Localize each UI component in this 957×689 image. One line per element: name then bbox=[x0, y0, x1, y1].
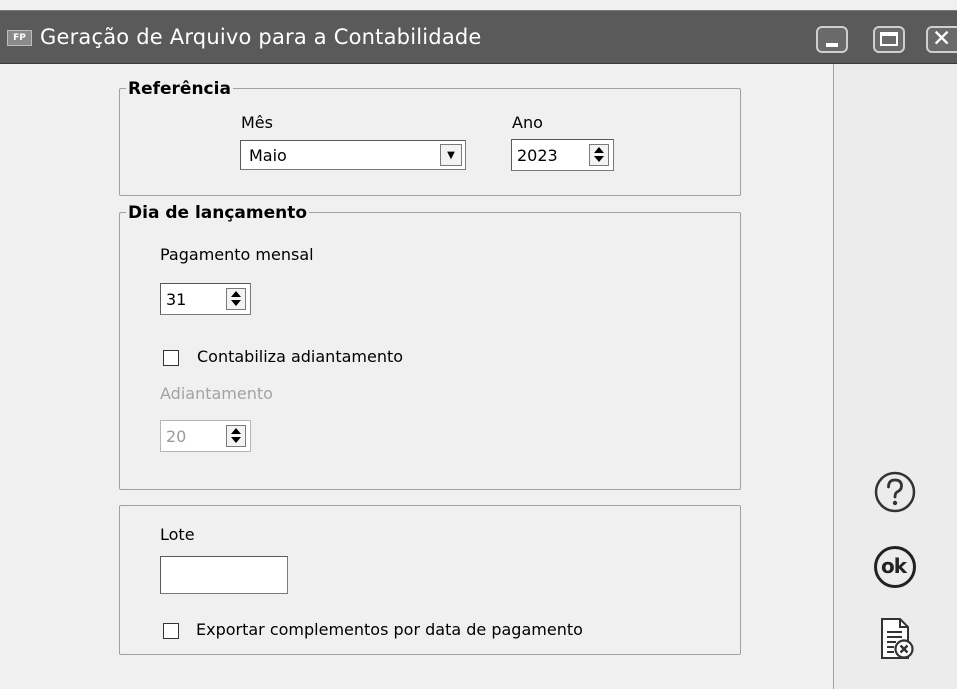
referencia-title: Referência bbox=[126, 79, 233, 99]
ok-label: ok bbox=[881, 554, 907, 578]
spin-down-icon[interactable] bbox=[231, 300, 241, 306]
spin-up-icon[interactable] bbox=[231, 428, 241, 434]
help-icon[interactable] bbox=[873, 470, 917, 514]
adiantamento-stepper-buttons[interactable] bbox=[226, 425, 246, 447]
exportar-complementos-label: Exportar complementos por data de pagame… bbox=[196, 620, 583, 639]
close-button[interactable]: ✕ bbox=[926, 26, 957, 53]
maximize-button[interactable] bbox=[873, 26, 905, 53]
ano-value: 2023 bbox=[517, 146, 558, 165]
spin-down-icon[interactable] bbox=[231, 437, 241, 443]
maximize-icon bbox=[880, 32, 898, 46]
minimize-button[interactable] bbox=[816, 26, 848, 53]
window-title: Geração de Arquivo para a Contabilidade bbox=[40, 25, 482, 49]
cancel-document-icon[interactable] bbox=[878, 616, 916, 662]
ok-button[interactable]: ok bbox=[874, 546, 916, 588]
adiantamento-value: 20 bbox=[166, 427, 187, 446]
spin-up-icon[interactable] bbox=[231, 291, 241, 297]
ano-spinner[interactable]: 2023 bbox=[511, 139, 614, 171]
ano-stepper-buttons[interactable] bbox=[589, 144, 609, 166]
spin-up-icon[interactable] bbox=[594, 147, 604, 153]
contabiliza-adiantamento-label: Contabiliza adiantamento bbox=[197, 347, 404, 366]
mes-label: Mês bbox=[241, 113, 273, 132]
dia-lancamento-title: Dia de lançamento bbox=[126, 203, 310, 223]
pagamento-mensal-value: 31 bbox=[166, 290, 187, 309]
app-icon: FP bbox=[7, 30, 32, 46]
close-icon: ✕ bbox=[932, 26, 952, 52]
pagamento-mensal-label: Pagamento mensal bbox=[160, 245, 314, 264]
contabiliza-adiantamento-checkbox[interactable] bbox=[163, 350, 179, 366]
lote-input[interactable] bbox=[160, 556, 288, 594]
lote-label: Lote bbox=[160, 525, 195, 544]
action-panel bbox=[833, 64, 957, 689]
pagamento-stepper-buttons[interactable] bbox=[226, 288, 246, 310]
mes-select[interactable]: Maio ▼ bbox=[240, 140, 466, 170]
spin-down-icon[interactable] bbox=[594, 156, 604, 162]
adiantamento-label: Adiantamento bbox=[160, 384, 273, 403]
minimize-icon bbox=[826, 43, 838, 47]
ano-label: Ano bbox=[512, 113, 543, 132]
exportar-complementos-checkbox[interactable] bbox=[163, 623, 179, 639]
mes-value: Maio bbox=[249, 146, 287, 165]
title-bar: FP Geração de Arquivo para a Contabilida… bbox=[0, 10, 957, 64]
adiantamento-spinner[interactable]: 20 bbox=[160, 420, 251, 452]
chevron-down-icon[interactable]: ▼ bbox=[440, 144, 462, 166]
pagamento-mensal-spinner[interactable]: 31 bbox=[160, 283, 251, 315]
